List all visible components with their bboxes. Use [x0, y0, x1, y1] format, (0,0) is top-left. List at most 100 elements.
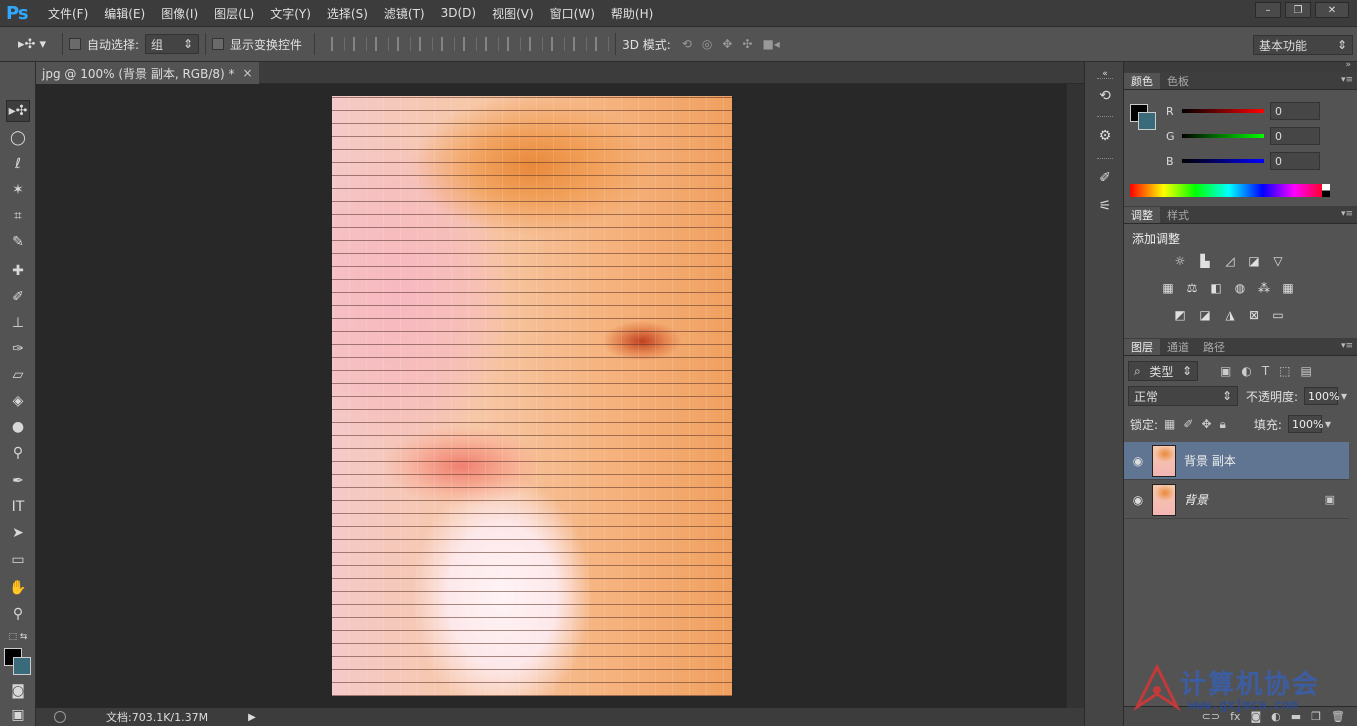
menu-filter[interactable]: 滤镜(T) [376, 5, 433, 22]
layer-row[interactable]: ◉ 背景 ▣ [1124, 481, 1349, 519]
align-top-icon[interactable] [331, 37, 346, 51]
link-icon[interactable]: ⊂⊃ [1202, 710, 1220, 723]
eye-icon[interactable]: ◉ [1124, 454, 1152, 468]
opacity-arrow-icon[interactable]: ▾ [1341, 389, 1347, 403]
tab-styles[interactable]: 样式 [1160, 207, 1196, 223]
crop-tool-icon[interactable]: ⌗ [6, 205, 30, 227]
rectangle-tool-icon[interactable]: ▭ [6, 549, 30, 571]
align-bottom-icon[interactable] [375, 37, 390, 51]
align-hcenter-icon[interactable] [419, 37, 434, 51]
tab-channels[interactable]: 通道 [1160, 339, 1196, 355]
lock-transparent-icon[interactable]: ▦ [1164, 417, 1175, 431]
panel-menu-icon[interactable]: ▾≡ [1341, 75, 1353, 85]
folder-icon[interactable]: ▬ [1291, 710, 1301, 723]
canvas-area[interactable] [36, 84, 1066, 708]
color-background-swatch[interactable] [1138, 112, 1156, 130]
auto-select-dropdown[interactable]: 组 ⇕ [145, 34, 200, 54]
close-button[interactable]: ✕ [1315, 2, 1349, 18]
lock-image-icon[interactable]: ✐ [1183, 417, 1193, 431]
fill-input[interactable]: 100% [1287, 415, 1323, 433]
menu-select[interactable]: 选择(S) [319, 5, 376, 22]
align-left-icon[interactable] [397, 37, 412, 51]
distribute-bottom-icon[interactable] [507, 37, 522, 51]
panel-menu-icon[interactable]: ▾≡ [1341, 341, 1353, 351]
collapse-dock-icon[interactable]: « [1095, 64, 1115, 84]
menu-view[interactable]: 视图(V) [484, 5, 542, 22]
layer-row[interactable]: ◉ 背景 副本 [1124, 442, 1349, 480]
eraser-tool-icon[interactable]: ▱ [6, 364, 30, 386]
curves-icon[interactable]: ◿ [1222, 254, 1238, 268]
opacity-input[interactable]: 100% [1304, 387, 1340, 405]
lock-all-icon[interactable]: 🔒︎ [1220, 417, 1226, 432]
zoom-indicator-icon[interactable] [54, 711, 66, 723]
healing-brush-tool-icon[interactable]: ✚ [6, 260, 30, 282]
distribute-top-icon[interactable] [463, 37, 478, 51]
3d-pan-icon[interactable]: ✥ [722, 37, 732, 51]
distribute-left-icon[interactable] [529, 37, 544, 51]
status-menu-arrow-icon[interactable]: ▶ [248, 712, 256, 723]
vibrance-icon[interactable]: ▽ [1270, 254, 1286, 268]
minimize-button[interactable]: – [1255, 2, 1281, 18]
red-slider[interactable] [1182, 109, 1264, 113]
filter-adjustment-icon[interactable]: ◐ [1241, 364, 1251, 378]
dodge-tool-icon[interactable]: ⚲ [6, 442, 30, 464]
document-image[interactable] [332, 96, 732, 696]
background-color-swatch[interactable] [13, 657, 31, 675]
path-selection-tool-icon[interactable]: ➤ [6, 522, 30, 544]
lock-position-icon[interactable]: ✥ [1201, 417, 1211, 431]
red-value-input[interactable]: 0 [1270, 102, 1320, 120]
document-tab[interactable]: jpg @ 100% (背景 副本, RGB/8) * × [36, 62, 259, 84]
color-balance-icon[interactable]: ⚖ [1184, 281, 1200, 295]
channel-mixer-icon[interactable]: ⁂ [1256, 281, 1272, 295]
trash-icon[interactable]: 🗑︎ [1331, 710, 1345, 723]
exposure-icon[interactable]: ◪ [1246, 254, 1262, 268]
green-slider[interactable] [1182, 134, 1264, 138]
show-transform-checkbox[interactable] [212, 38, 225, 50]
brush-panel-icon[interactable]: ✐ [1095, 168, 1115, 188]
dock-grip[interactable] [1097, 116, 1113, 119]
3d-slide-icon[interactable]: ✣ [742, 37, 752, 51]
vertical-scrollbar[interactable] [1066, 84, 1084, 708]
tab-adjustments[interactable]: 调整 [1124, 207, 1160, 223]
workspace-dropdown[interactable]: 基本功能 ⇕ [1253, 35, 1353, 55]
menu-type[interactable]: 文字(Y) [262, 5, 319, 22]
auto-align-icon[interactable] [595, 37, 610, 51]
adjustment-icon[interactable]: ◐ [1271, 710, 1281, 723]
paint-bucket-tool-icon[interactable]: ◈ [6, 390, 30, 412]
dock-grip[interactable] [1097, 78, 1113, 81]
tab-swatches[interactable]: 色板 [1160, 73, 1196, 89]
filter-type-icon[interactable]: T [1262, 364, 1269, 378]
distribute-vcenter-icon[interactable] [485, 37, 500, 51]
layer-filter-dropdown[interactable]: ⌕ 类型 ⇕ [1128, 361, 1198, 381]
blur-tool-icon[interactable]: ● [6, 416, 30, 438]
fill-arrow-icon[interactable]: ▾ [1325, 417, 1331, 431]
selective-color-icon[interactable]: ⊠ [1246, 308, 1262, 322]
black-white-swatch[interactable] [1322, 184, 1330, 197]
history-brush-tool-icon[interactable]: ✑ [6, 338, 30, 360]
marquee-tool-icon[interactable]: ◯ [6, 127, 30, 149]
blue-slider[interactable] [1182, 159, 1264, 163]
threshold-icon[interactable]: ◮ [1222, 308, 1238, 322]
hand-tool-icon[interactable]: ✋ [6, 577, 30, 599]
type-tool-icon[interactable]: IT [6, 496, 30, 518]
swap-colors-icon[interactable]: ⬚ ⇆ [6, 626, 30, 648]
hue-saturation-icon[interactable]: ▦ [1160, 281, 1176, 295]
posterize-icon[interactable]: ◪ [1197, 308, 1213, 322]
magic-wand-tool-icon[interactable]: ✶ [6, 179, 30, 201]
align-right-icon[interactable] [441, 37, 456, 51]
align-vcenter-icon[interactable] [353, 37, 368, 51]
photo-filter-icon[interactable]: ◍ [1232, 281, 1248, 295]
brush-tool-icon[interactable]: ✐ [6, 286, 30, 308]
levels-icon[interactable]: ▙ [1197, 254, 1213, 268]
green-value-input[interactable]: 0 [1270, 127, 1320, 145]
menu-window[interactable]: 窗口(W) [542, 5, 603, 22]
screen-mode-icon[interactable]: ▣ [6, 704, 30, 726]
distribute-right-icon[interactable] [573, 37, 588, 51]
mask-icon[interactable]: ◙ [1250, 710, 1261, 723]
menu-3d[interactable]: 3D(D) [433, 6, 484, 20]
panel-menu-icon[interactable]: ▾≡ [1341, 209, 1353, 219]
quick-mask-icon[interactable]: ◙ [6, 680, 30, 702]
distribute-hcenter-icon[interactable] [551, 37, 566, 51]
eye-icon[interactable]: ◉ [1124, 493, 1152, 507]
menu-edit[interactable]: 编辑(E) [96, 5, 153, 22]
